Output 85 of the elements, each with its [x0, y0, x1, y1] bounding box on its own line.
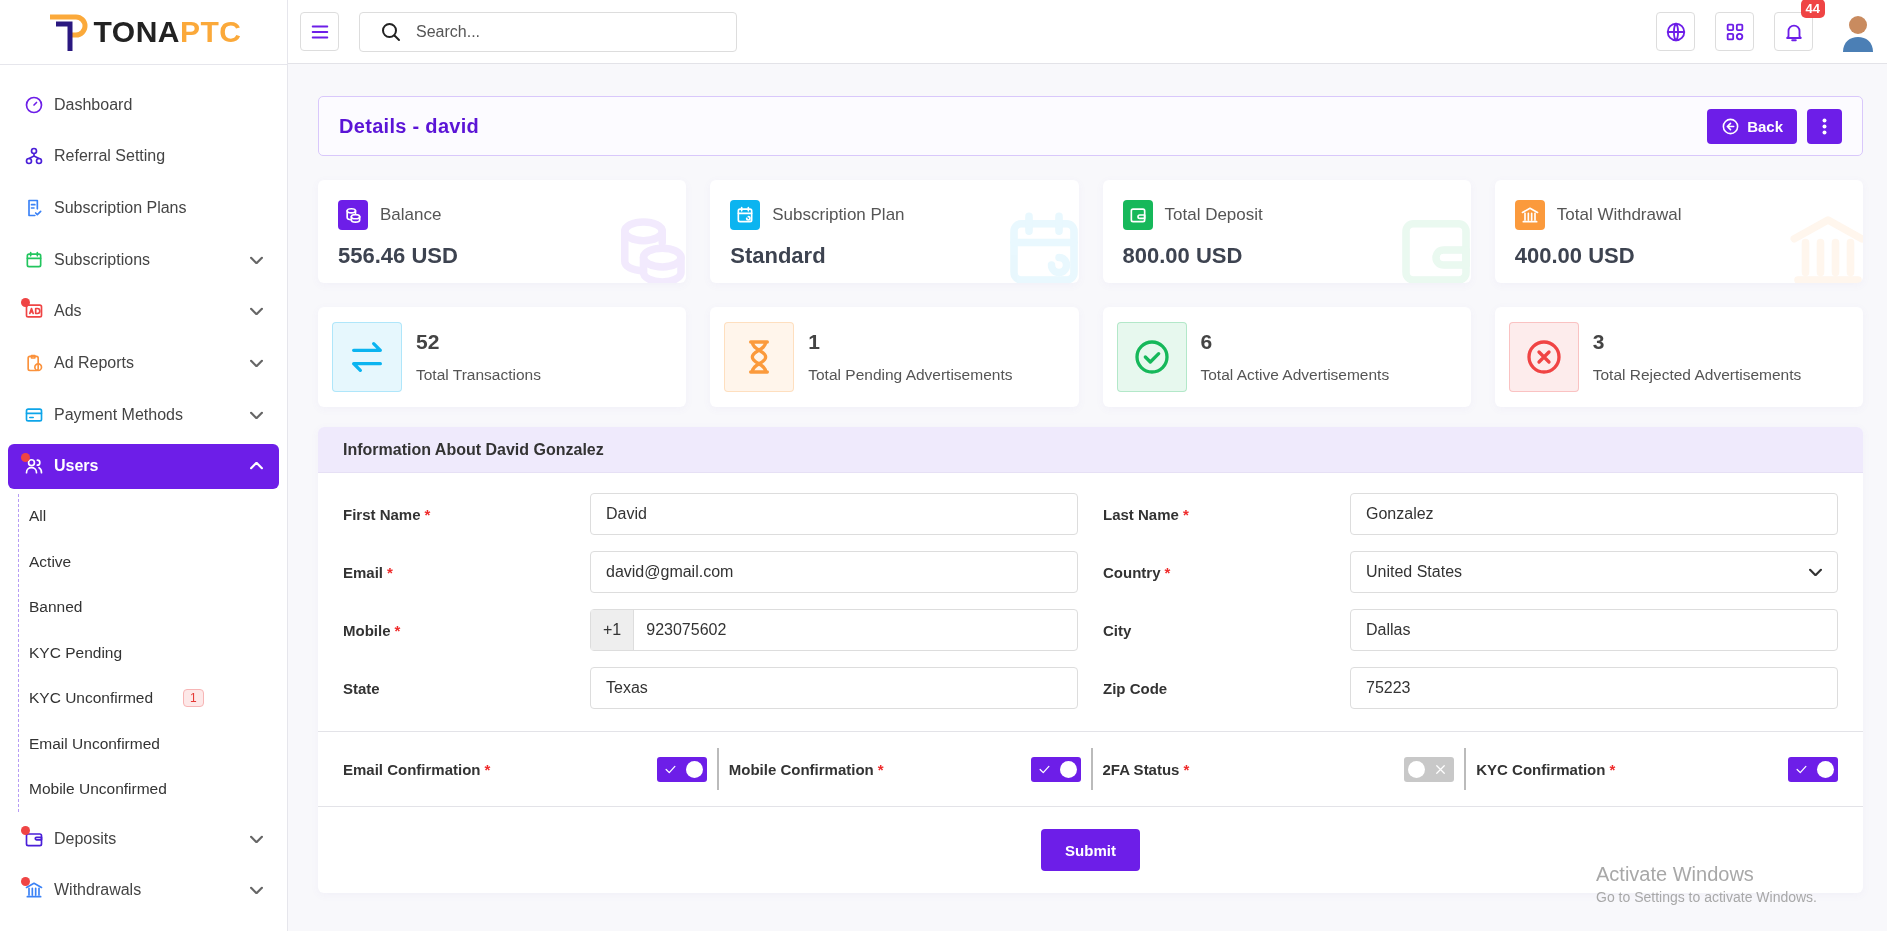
sidebar-item[interactable]: Ads: [8, 288, 279, 334]
count-label: Total Rejected Advertisements: [1592, 366, 1802, 384]
stat-label: Total Withdrawal: [1556, 205, 1682, 225]
submenu-item[interactable]: All: [19, 493, 279, 539]
sidebar-item[interactable]: Ad Reports: [8, 340, 279, 386]
submenu-item-label: KYC Unconfirmed: [29, 689, 154, 708]
toggle-switch[interactable]: [1788, 756, 1838, 782]
chevron-down-icon: [1809, 568, 1822, 576]
sidebar-item[interactable]: Deposits: [8, 816, 279, 861]
submit-button[interactable]: Submit: [1041, 829, 1140, 871]
field-label: City: [1103, 621, 1133, 639]
select-field[interactable]: United States: [1350, 551, 1838, 593]
stat-label: Balance: [380, 205, 442, 225]
search-field[interactable]: Search...: [359, 11, 737, 52]
notification-button[interactable]: [1774, 12, 1813, 51]
field-label: Mobile *: [343, 621, 402, 639]
stat-value: 800.00 USD: [1122, 243, 1244, 269]
stat-value: Standard: [730, 243, 827, 269]
back-button[interactable]: Back: [1707, 108, 1797, 144]
calendar-icon: [24, 249, 44, 270]
field-label: Country *: [1103, 563, 1172, 581]
count-value: 1: [808, 330, 821, 354]
count-label: Total Transactions: [416, 366, 541, 384]
toggle-switch[interactable]: [656, 756, 707, 782]
stat-label: Total Deposit: [1164, 205, 1263, 225]
panel-header: Information About David Gonzalez: [318, 427, 1863, 473]
count-label: Total Pending Advertisements: [808, 366, 1013, 384]
count-label: Total Active Advertisements: [1200, 366, 1390, 384]
gauge-icon: [24, 94, 44, 115]
apps-button[interactable]: [1715, 12, 1754, 51]
input-field[interactable]: 75223: [1350, 667, 1838, 709]
activation-notice-title: Activate Windows: [1596, 863, 1755, 886]
field-label: First Name *: [343, 505, 432, 523]
field-label: State: [343, 679, 381, 697]
toggle-switch[interactable]: [1030, 756, 1081, 782]
input-field[interactable]: David: [590, 493, 1078, 535]
input-field[interactable]: Dallas: [1350, 609, 1838, 651]
sidebar-item[interactable]: Withdrawals: [8, 867, 279, 913]
toggle-switch[interactable]: [1404, 756, 1455, 782]
submenu-item[interactable]: Banned: [19, 584, 279, 630]
logo-text: TONAPTC: [93, 15, 242, 49]
phone-field[interactable]: +1 923075602: [590, 609, 1078, 651]
page-title: Details - david: [339, 114, 481, 138]
field-label: 2FA Status *: [1102, 760, 1190, 778]
language-button[interactable]: [1656, 12, 1695, 51]
notification-badge: 44: [1800, 0, 1825, 18]
stat-label: Subscription Plan: [772, 205, 905, 225]
stat-value: 400.00 USD: [1514, 243, 1636, 269]
field-label: Email *: [343, 563, 394, 581]
submenu-item[interactable]: Email Unconfirmed: [19, 721, 279, 767]
country-code: +1: [591, 610, 635, 650]
submenu-item[interactable]: KYC Pending: [19, 630, 279, 676]
arrow-left-circle-icon: [1721, 116, 1741, 136]
sidebar-item[interactable]: Payment Methods: [8, 392, 279, 438]
hierarchy-icon: [24, 146, 44, 167]
field-label: Mobile Confirmation *: [728, 760, 884, 778]
input-field[interactable]: Gonzalez: [1350, 493, 1838, 535]
count-badge: 1: [183, 689, 204, 708]
count-value: 6: [1200, 330, 1214, 354]
submenu-item[interactable]: Mobile Unconfirmed: [19, 766, 279, 812]
logo[interactable]: TONAPTC: [0, 0, 287, 65]
sidebar-item[interactable]: Dashboard: [8, 82, 279, 127]
input-field[interactable]: david@gmail.com: [590, 551, 1078, 593]
input-field[interactable]: Texas: [590, 667, 1078, 709]
sidebar-item[interactable]: Subscription Plans: [8, 185, 279, 231]
activation-notice-text: Go to Settings to activate Windows.: [1596, 889, 1817, 905]
more-vertical-icon: [1822, 117, 1827, 135]
more-button[interactable]: [1807, 108, 1842, 144]
globe-icon: [1664, 20, 1687, 43]
count-value: 3: [1592, 330, 1606, 354]
clipboard-clock-icon: [24, 352, 44, 373]
submenu-item[interactable]: Active: [19, 539, 279, 585]
menu-button[interactable]: [300, 12, 339, 51]
count-value: 52: [416, 330, 441, 354]
users-icon: [24, 456, 44, 477]
sidebar-item[interactable]: Subscriptions: [8, 237, 279, 283]
field-label: Zip Code: [1103, 679, 1169, 697]
field-label: KYC Confirmation *: [1476, 760, 1616, 778]
sidebar-item[interactable]: Users: [8, 443, 279, 489]
bank-icon: [24, 880, 44, 901]
sidebar-item[interactable]: Referral Setting: [8, 133, 279, 179]
stat-value: 556.46 USD: [338, 243, 459, 269]
phone-value: 923075602: [646, 621, 728, 639]
field-label: Email Confirmation *: [343, 760, 491, 778]
field-label: Last Name *: [1103, 505, 1190, 523]
